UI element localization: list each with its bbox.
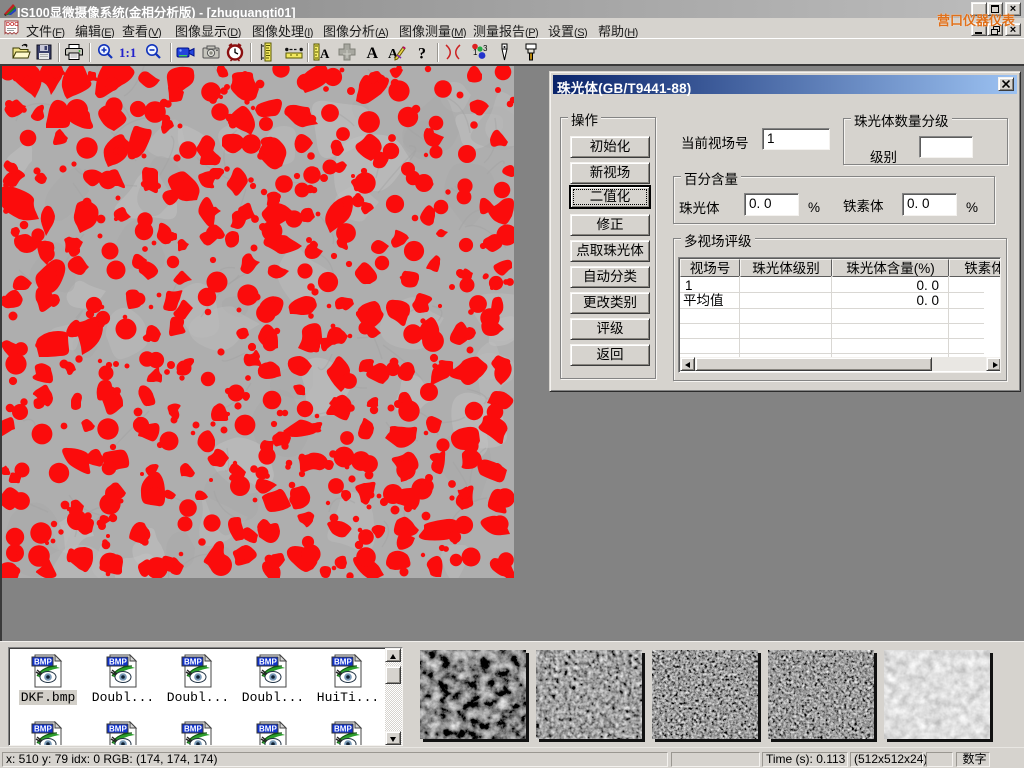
svg-text:3: 3	[483, 44, 488, 53]
svg-text:1: 1	[473, 48, 478, 57]
svg-text:A: A	[320, 46, 330, 61]
svg-text:A: A	[367, 45, 379, 62]
svg-text:?: ?	[418, 46, 426, 63]
svg-text:1:1: 1:1	[119, 45, 136, 60]
svg-text:DOC: DOC	[6, 22, 18, 28]
